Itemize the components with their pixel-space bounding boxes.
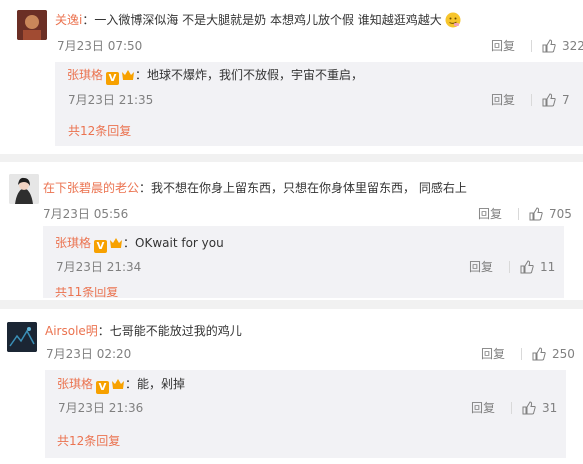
divider (531, 93, 533, 106)
comment-text: 关逸i：一入微博深似海 不是大腿就是奶 本想鸡儿放个假 谁知越逛鸡越大 (55, 12, 461, 28)
thumbs-up-icon[interactable] (529, 206, 543, 221)
avatar[interactable] (7, 322, 37, 352)
comment-card: Airsole明：七哥能不能放过我的鸡儿 7月23日 02:20 回复 250 … (0, 309, 583, 464)
reply-text: 张琪格 V ：地球不爆炸，我们不放假，宇宙不重启， (67, 67, 363, 85)
divider (531, 39, 533, 52)
reply-button[interactable]: 回复 (478, 205, 502, 222)
thumbs-up-icon[interactable] (522, 400, 536, 415)
comment-body: ：七哥能不能放过我的鸡儿 (97, 324, 242, 338)
smirk-emoji-icon (445, 12, 461, 28)
comment-actions: 回复 322 (491, 37, 583, 54)
reply-box: 张琪格 V ：地球不爆炸，我们不放假，宇宙不重启， 7月23日 21:35 回复 7… (55, 62, 583, 146)
like-count: 705 (549, 206, 572, 221)
comment-text: 在下张碧晨的老公：我不想在你身上留东西，只想在你身体里留东西， 同感右上 (43, 180, 467, 196)
username-link[interactable]: Airsole明 (45, 324, 98, 338)
like-count: 11 (540, 259, 556, 274)
comment-body: ：一入微博深似海 不是大腿就是奶 本想鸡儿放个假 谁知越逛鸡越大 (82, 13, 442, 27)
thumbs-up-icon[interactable] (542, 92, 556, 107)
reply-time: 7月23日 21:35 (68, 93, 154, 107)
reply-time: 7月23日 21:36 (58, 401, 144, 415)
reply-body: ：OKwait for you (123, 236, 224, 250)
reply-text: 张琪格 V ：OKwait for you (55, 235, 224, 253)
reply-button[interactable]: 回复 (471, 399, 495, 416)
thumbs-up-icon[interactable] (532, 346, 546, 361)
reply-button[interactable]: 回复 (481, 345, 505, 362)
avatar[interactable] (17, 10, 47, 40)
verified-v-icon: V (96, 381, 110, 394)
username-link[interactable]: 在下张碧晨的老公 (43, 181, 139, 195)
divider (511, 401, 513, 414)
like-count: 7 (562, 92, 570, 107)
reply-actions: 回复 11 (469, 258, 555, 275)
divider (521, 347, 523, 360)
verified-v-icon: V (94, 240, 108, 253)
comment-time: 7月23日 05:56 (43, 207, 129, 221)
reply-button[interactable]: 回复 (491, 37, 515, 54)
reply-button[interactable]: 回复 (469, 258, 493, 275)
reply-body: ：地球不爆炸，我们不放假，宇宙不重启， (135, 68, 364, 82)
more-replies-link[interactable]: 共12条回复 (57, 432, 120, 449)
reply-actions: 回复 7 (491, 91, 570, 108)
comment-text: Airsole明：七哥能不能放过我的鸡儿 (45, 323, 242, 339)
thumbs-up-icon[interactable] (542, 38, 556, 53)
vip-crown-icon (111, 378, 125, 390)
vip-crown-icon (109, 237, 123, 249)
verified-v-icon: V (106, 72, 120, 85)
comment-card: 在下张碧晨的老公：我不想在你身上留东西，只想在你身体里留东西， 同感右上 7月2… (0, 162, 583, 300)
more-replies-link[interactable]: 共11条回复 (55, 287, 118, 298)
reply-actions: 回复 31 (471, 399, 557, 416)
thumbs-up-icon[interactable] (520, 259, 534, 274)
username-link[interactable]: 关逸i (55, 13, 82, 27)
reply-box: 张琪格 V ：OKwait for you 7月23日 21:34 回复 11 共1… (43, 226, 564, 298)
avatar[interactable] (9, 174, 39, 204)
divider (518, 207, 520, 220)
comment-time: 7月23日 07:50 (57, 39, 143, 53)
comment-actions: 回复 705 (478, 205, 572, 222)
comment-time: 7月23日 02:20 (46, 347, 132, 361)
username-link[interactable]: 张琪格 (55, 236, 91, 250)
username-link[interactable]: 张琪格 (67, 68, 103, 82)
reply-text: 张琪格 V ：能，剁掉 (57, 376, 185, 394)
reply-button[interactable]: 回复 (491, 91, 515, 108)
like-count: 250 (552, 346, 575, 361)
reply-body: ：能，剁掉 (125, 377, 186, 391)
comment-actions: 回复 250 (481, 345, 575, 362)
divider (509, 260, 511, 273)
more-replies-link[interactable]: 共12条回复 (68, 122, 131, 139)
username-link[interactable]: 张琪格 (57, 377, 93, 391)
like-count: 322 (562, 38, 583, 53)
comment-body: ：我不想在你身上留东西，只想在你身体里留东西， 同感右上 (139, 181, 467, 195)
reply-box: 张琪格 V ：能，剁掉 7月23日 21:36 回复 31 共12条回复 (45, 370, 566, 458)
like-count: 31 (542, 400, 558, 415)
comment-card: 关逸i：一入微博深似海 不是大腿就是奶 本想鸡儿放个假 谁知越逛鸡越大 7月23… (0, 0, 583, 154)
reply-time: 7月23日 21:34 (56, 260, 142, 274)
vip-crown-icon (121, 69, 135, 81)
